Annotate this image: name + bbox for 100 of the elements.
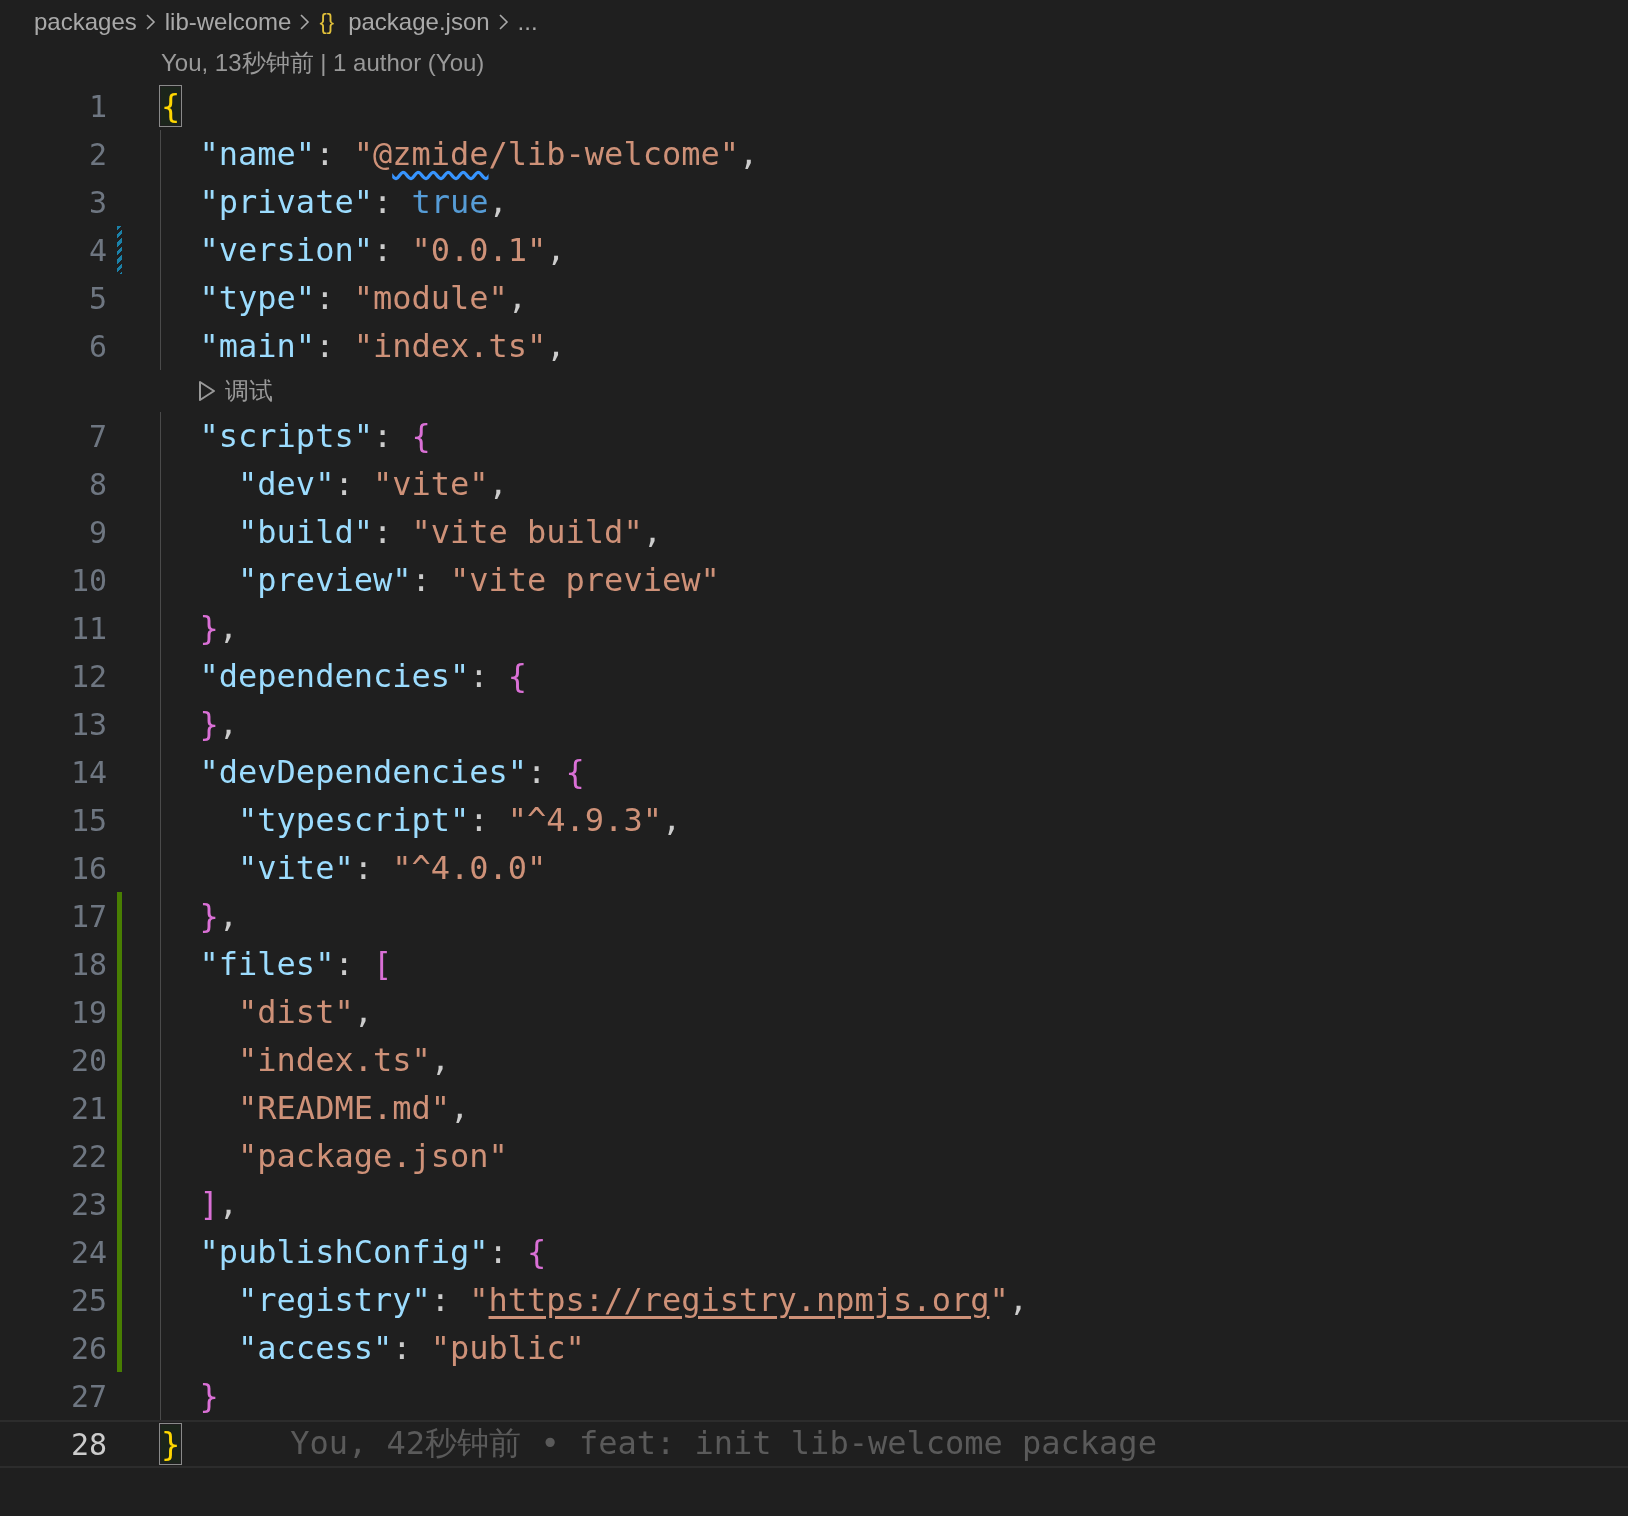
line-number: 26	[69, 1330, 107, 1366]
code-token: "private"	[198, 183, 373, 221]
code-token: [	[372, 945, 393, 983]
code-token: "main"	[198, 327, 316, 365]
breadcrumb-item[interactable]: lib-welcome	[164, 7, 292, 36]
code-token: "0.0.1"	[411, 231, 547, 269]
code-token: :	[315, 327, 336, 365]
code-token: :	[527, 753, 548, 791]
code-token: "^4.9.3"	[507, 801, 662, 839]
code-token: ,	[642, 513, 662, 551]
breadcrumb-item[interactable]: ...	[517, 7, 538, 36]
code-token: :	[372, 513, 394, 551]
chevron-right-icon	[497, 12, 510, 31]
code-token: zmide	[392, 135, 489, 173]
code-token: ,	[488, 183, 508, 221]
code-token: /lib-welcome"	[488, 135, 739, 173]
code-token: :	[334, 465, 355, 503]
code-token: }	[161, 1425, 181, 1463]
code-token: "registry"	[237, 1281, 431, 1319]
code-token: "vite"	[372, 465, 489, 503]
breadcrumb-item[interactable]: packages	[34, 7, 137, 36]
code-token: }	[198, 1377, 219, 1415]
code-token: "build"	[237, 513, 373, 551]
code-token: "name"	[198, 135, 316, 173]
line-number: 8	[87, 466, 107, 502]
line-number: 18	[69, 946, 107, 982]
line-number: 7	[87, 418, 107, 454]
chevron-right-icon	[144, 12, 157, 31]
code-token: ]	[198, 1185, 219, 1223]
code-token: :	[469, 801, 490, 839]
code-token: "devDependencies"	[198, 753, 528, 791]
code-token: "dev"	[237, 465, 335, 503]
code-token: "type"	[198, 279, 316, 317]
code-token: true	[411, 183, 489, 221]
line-number: 13	[69, 706, 107, 742]
code-token: "public"	[430, 1329, 585, 1367]
code-token: "	[989, 1281, 1009, 1319]
code-token: ,	[546, 327, 566, 365]
chevron-right-icon	[299, 12, 312, 31]
code-token: ,	[218, 897, 239, 935]
code-token: ,	[218, 705, 239, 743]
code-token: :	[372, 183, 394, 221]
code-token: {	[565, 753, 585, 791]
code-token: ,	[488, 465, 508, 503]
code-token: :	[315, 135, 336, 173]
breadcrumb-item[interactable]: package.json	[348, 7, 490, 36]
code-token: ,	[353, 993, 373, 1031]
code-token: "preview"	[237, 561, 412, 599]
line-number: 25	[69, 1282, 107, 1318]
code-token: ,	[507, 279, 528, 317]
code-token: :	[315, 279, 336, 317]
line-number: 28	[69, 1426, 107, 1462]
code-token: :	[392, 1329, 413, 1367]
json-file-icon: {}	[319, 8, 335, 35]
code-token: ,	[738, 135, 759, 173]
line-number: 15	[69, 802, 107, 838]
code-token: }	[198, 897, 219, 935]
debug-codelens[interactable]: 调试	[197, 375, 273, 407]
code-token: "index.ts"	[353, 327, 547, 365]
code-token: :	[411, 561, 432, 599]
inline-blame: You, 42秒钟前 • feat: init lib-welcome package	[290, 1423, 1157, 1464]
url-link[interactable]: https://registry.npmjs.org	[488, 1281, 990, 1319]
code-token: ,	[450, 1089, 470, 1127]
code-token: "module"	[353, 279, 508, 317]
code-token: "	[469, 1281, 489, 1319]
line-number: 3	[87, 184, 107, 220]
code-token: {	[411, 417, 431, 455]
code-token: "vite"	[237, 849, 354, 887]
line-number: 19	[69, 994, 107, 1030]
line-number: 5	[87, 280, 107, 316]
code-token: ,	[218, 609, 239, 647]
line-number: 2	[87, 136, 107, 172]
code-token: "dist"	[237, 993, 354, 1031]
blame-codelens[interactable]: You, 13秒钟前 | 1 author (You)	[161, 46, 485, 79]
code-token: }	[198, 609, 219, 647]
line-number: 27	[69, 1378, 107, 1414]
code-token: "version"	[198, 231, 373, 269]
code-token: ,	[430, 1041, 450, 1079]
line-number: 4	[87, 232, 107, 268]
code-token: :	[353, 849, 374, 887]
code-token: :	[430, 1281, 451, 1319]
code-token: :	[372, 417, 394, 455]
code-token: ,	[546, 231, 566, 269]
code-token: ,	[218, 1185, 239, 1223]
line-number: 10	[69, 562, 107, 598]
code-token: }	[198, 705, 219, 743]
line-number: 6	[87, 328, 107, 364]
line-number: 21	[69, 1090, 107, 1126]
code-token: "files"	[198, 945, 335, 983]
code-token: "typescript"	[237, 801, 470, 839]
line-number: 22	[69, 1138, 107, 1174]
code-token: "^4.0.0"	[392, 849, 547, 887]
code-token: {	[161, 87, 181, 125]
line-number: 24	[69, 1234, 107, 1270]
play-icon	[197, 380, 217, 402]
line-number: 23	[69, 1186, 107, 1222]
code-token: "index.ts"	[237, 1041, 431, 1079]
code-token: "vite preview"	[450, 561, 720, 599]
code-token: "dependencies"	[198, 657, 470, 695]
line-number: 17	[69, 898, 107, 934]
